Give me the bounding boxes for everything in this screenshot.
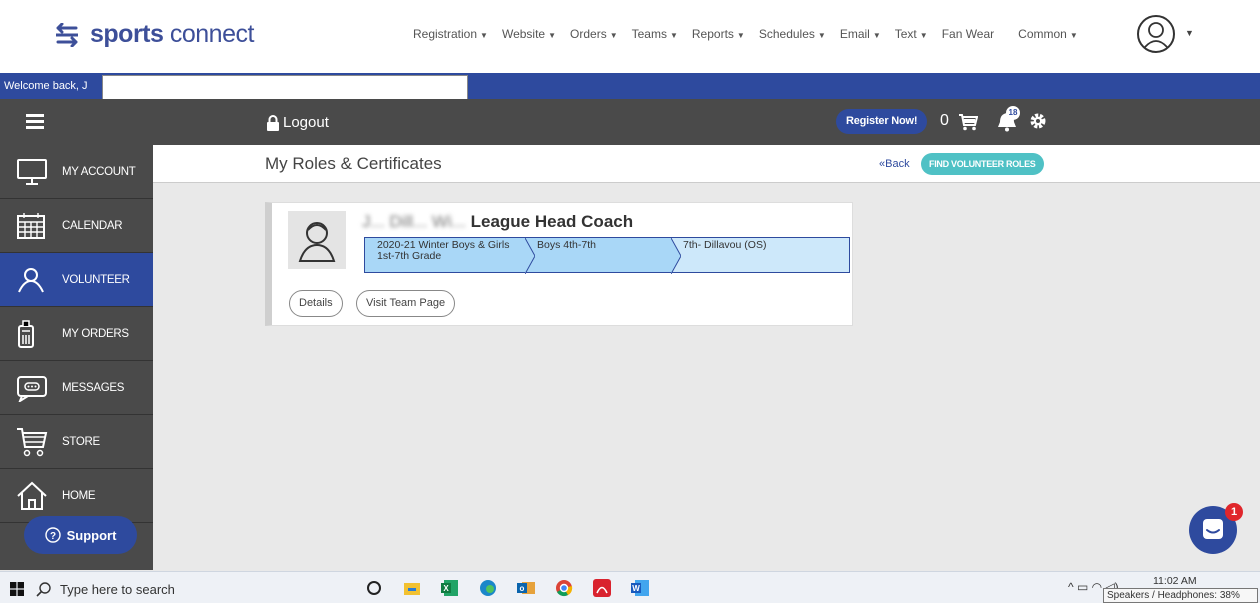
help-icon: ?	[44, 527, 61, 543]
support-button[interactable]: ? Support	[24, 516, 137, 554]
sidebar-item-label: STORE	[62, 435, 100, 448]
coach-avatar	[288, 211, 346, 269]
cortana-icon[interactable]	[364, 578, 384, 598]
nav-reports[interactable]: Reports ▼	[692, 27, 745, 41]
excel-icon[interactable]: X	[440, 578, 460, 598]
logout-link[interactable]: Logout	[266, 114, 329, 131]
page-title: My Roles & Certificates	[265, 154, 442, 173]
welcome-text: Welcome back, J	[4, 80, 88, 92]
role-card: J... Dill... Wi... League Head Coach 202…	[265, 202, 853, 326]
cart-icon[interactable]	[958, 113, 978, 131]
lock-icon	[267, 114, 279, 131]
volume-tooltip: Speakers / Headphones: 38%	[1103, 588, 1258, 603]
register-now-button[interactable]: Register Now!	[836, 109, 928, 134]
svg-text:X: X	[443, 584, 449, 593]
sidebar-item-label: MY ORDERS	[62, 327, 129, 340]
search-icon	[36, 582, 51, 597]
find-volunteer-roles-button[interactable]: FIND VOLUNTEER ROLES	[921, 153, 1044, 175]
volunteer-icon	[16, 263, 50, 297]
role-title: J... Dill... Wi... League Head Coach	[362, 212, 634, 231]
file-explorer-icon[interactable]	[402, 578, 422, 598]
user-avatar[interactable]	[1137, 15, 1175, 53]
hamburger-menu-icon[interactable]	[26, 114, 44, 129]
visit-team-page-button[interactable]: Visit Team Page	[356, 290, 456, 317]
nav-teams[interactable]: Teams ▼	[632, 27, 678, 41]
sidebar-item-label: HOME	[62, 489, 96, 502]
sports-connect-logo[interactable]: sports connect	[52, 20, 254, 49]
home-icon	[16, 479, 50, 513]
store-cart-icon	[16, 425, 50, 459]
edge-icon[interactable]	[478, 578, 498, 598]
action-toolbar: Logout Register Now! 0	[0, 99, 1260, 145]
back-link[interactable]: «Back	[879, 158, 910, 170]
nav-fan-wear[interactable]: Fan Wear	[942, 27, 994, 41]
logo-arrows-icon	[56, 22, 78, 47]
svg-text:o: o	[520, 584, 525, 593]
taskbar-search[interactable]: Type here to search	[36, 578, 269, 600]
sidebar: MY ACCOUNT CALENDAR VOLUNTEER MY ORDERS …	[0, 145, 153, 570]
taskbar-clock[interactable]: 11:02 AM	[1153, 575, 1197, 587]
avatar-caret-icon[interactable]: ▼	[1185, 28, 1194, 38]
search-placeholder: Type here to search	[60, 581, 175, 597]
orders-icon	[16, 317, 50, 351]
nav-email[interactable]: Email ▼	[840, 27, 881, 41]
sidebar-item-label: CALENDAR	[62, 219, 123, 232]
calendar-icon	[16, 209, 50, 243]
messages-icon	[16, 371, 50, 405]
nav-orders[interactable]: Orders ▼	[570, 27, 618, 41]
nav-schedules[interactable]: Schedules ▼	[759, 27, 826, 41]
svg-text:W: W	[632, 584, 640, 593]
pinned-apps: X o W	[364, 578, 650, 598]
acrobat-icon[interactable]	[592, 578, 612, 598]
sidebar-item-home[interactable]: HOME	[0, 469, 153, 523]
page-header: My Roles & Certificates «Back FIND VOLUN…	[153, 145, 1260, 183]
main-menu: Registration ▼ Website ▼ Orders ▼ Teams ▼ Re…	[413, 27, 1092, 41]
sidebar-item-label: VOLUNTEER	[62, 273, 130, 286]
team-breadcrumb: 2020-21 Winter Boys & Girls 1st-7th Grad…	[364, 237, 850, 274]
monitor-icon	[16, 155, 50, 189]
breadcrumb-team: 7th- Dillavou (OS)	[671, 238, 849, 272]
obscured-name: J... Dill... Wi...	[362, 212, 466, 231]
nav-registration[interactable]: Registration ▼	[413, 27, 488, 41]
breadcrumb-division: Boys 4th-7th	[525, 238, 681, 274]
chat-unread-badge: 1	[1225, 503, 1243, 521]
outlook-icon[interactable]: o	[516, 578, 536, 598]
nav-text[interactable]: Text ▼	[895, 27, 928, 41]
details-button[interactable]: Details	[289, 290, 343, 317]
sidebar-item-messages[interactable]: MESSAGES	[0, 361, 153, 415]
windows-taskbar: Type here to search X o W ^ ▭ ◠ ◁) 11:02…	[0, 571, 1260, 603]
nav-website[interactable]: Website ▼	[502, 27, 556, 41]
chrome-icon[interactable]	[554, 578, 574, 598]
top-navigation: sports connect Registration ▼ Website ▼ Or…	[0, 0, 1260, 73]
svg-text:?: ?	[50, 531, 56, 542]
logout-label: Logout	[283, 114, 329, 131]
sidebar-item-volunteer[interactable]: VOLUNTEER	[0, 253, 153, 307]
cart-count: 0	[940, 112, 949, 129]
user-icon	[1144, 22, 1168, 48]
notification-count-badge: 18	[1006, 106, 1020, 120]
windows-start-icon[interactable]	[10, 582, 24, 596]
nav-common[interactable]: Common ▼	[1018, 27, 1078, 41]
sidebar-item-my-account[interactable]: MY ACCOUNT	[0, 145, 153, 199]
sidebar-item-calendar[interactable]: CALENDAR	[0, 199, 153, 253]
support-label: Support	[66, 527, 117, 543]
gear-icon[interactable]	[1029, 112, 1047, 130]
sidebar-item-store[interactable]: STORE	[0, 415, 153, 469]
sidebar-item-my-orders[interactable]: MY ORDERS	[0, 307, 153, 361]
breadcrumb-program: 2020-21 Winter Boys & Girls 1st-7th Grad…	[365, 238, 535, 274]
person-icon	[298, 222, 336, 262]
word-icon[interactable]: W	[630, 578, 650, 598]
logo-text: sports connect	[90, 20, 254, 48]
sidebar-item-label: MESSAGES	[62, 381, 125, 394]
sidebar-item-label: MY ACCOUNT	[62, 165, 136, 178]
